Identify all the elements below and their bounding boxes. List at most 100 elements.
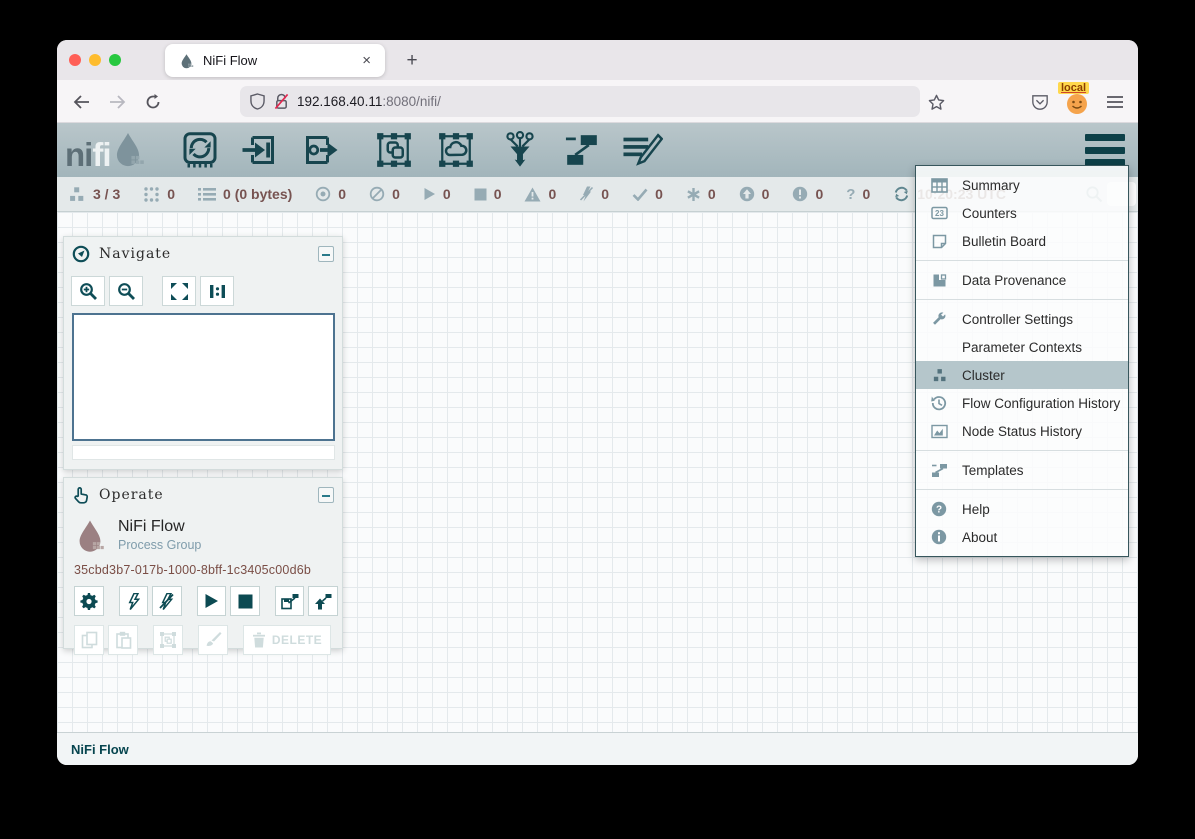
process-group-component-icon[interactable] xyxy=(373,129,415,171)
zoom-in-button[interactable] xyxy=(71,276,105,306)
operate-panel-header: Operate xyxy=(64,478,342,512)
stop-button[interactable] xyxy=(230,586,260,616)
process-group-drop-icon xyxy=(74,518,106,555)
close-window-button[interactable] xyxy=(69,54,81,66)
menu-separator xyxy=(916,489,1128,490)
bolt-slash-icon xyxy=(579,186,594,202)
invalid-status: 0 xyxy=(524,186,556,202)
menu-item-cluster[interactable]: Cluster xyxy=(916,361,1128,389)
menu-item-controller-settings[interactable]: Controller Settings xyxy=(916,305,1128,333)
forward-button[interactable] xyxy=(105,90,129,114)
menu-item-node-status-history[interactable]: Node Status History xyxy=(916,417,1128,445)
zoom-window-button[interactable] xyxy=(109,54,121,66)
url-bar[interactable]: 192.168.40.11:8080/nifi/ xyxy=(240,86,920,117)
menu-item-templates[interactable]: Templates xyxy=(916,456,1128,484)
locally-modified-status: 0 xyxy=(686,186,716,202)
back-button[interactable] xyxy=(69,90,93,114)
menu-item-summary[interactable]: Summary xyxy=(916,171,1128,199)
fill-color-button[interactable] xyxy=(198,625,228,655)
enable-button[interactable] xyxy=(119,586,149,616)
zoom-actual-size-button[interactable] xyxy=(200,276,234,306)
bookmark-star-icon[interactable] xyxy=(924,90,948,114)
tab-strip: NiFi Flow × + xyxy=(57,40,1138,80)
funnel-component-icon[interactable] xyxy=(499,129,541,171)
connected-nodes-status: 3 / 3 xyxy=(67,186,120,203)
insecure-lock-icon[interactable] xyxy=(274,93,289,110)
global-menu-button[interactable] xyxy=(1085,134,1125,166)
upload-template-button[interactable] xyxy=(308,586,338,616)
running-status: 0 xyxy=(423,186,451,202)
remote-process-group-component-icon[interactable] xyxy=(435,129,477,171)
exclamation-circle-icon xyxy=(792,186,808,202)
browser-tab[interactable]: NiFi Flow × xyxy=(165,44,385,77)
summary-table-icon xyxy=(929,178,949,193)
compass-icon xyxy=(72,245,90,263)
new-tab-button[interactable]: + xyxy=(399,48,425,74)
menu-item-about[interactable]: About xyxy=(916,523,1128,551)
logo-text-fi: fi xyxy=(92,140,110,170)
question-icon: ? xyxy=(846,186,855,203)
menu-item-parameter-contexts[interactable]: Parameter Contexts xyxy=(916,333,1128,361)
stopped-status: 0 xyxy=(474,186,502,202)
provenance-icon xyxy=(929,273,949,288)
queued-status: 0 (0 bytes) xyxy=(198,186,292,202)
pocket-icon[interactable] xyxy=(1028,90,1052,114)
info-icon xyxy=(929,529,949,545)
output-port-component-icon[interactable] xyxy=(299,129,341,171)
not-transmitting-status: 0 xyxy=(369,186,400,202)
configuration-button[interactable] xyxy=(74,586,104,616)
up-to-date-status: 0 xyxy=(632,186,663,202)
menu-item-flow-configuration-history[interactable]: Flow Configuration History xyxy=(916,389,1128,417)
zoom-fit-button[interactable] xyxy=(162,276,196,306)
tab-close-icon[interactable]: × xyxy=(358,52,375,69)
zoom-out-button[interactable] xyxy=(109,276,143,306)
reload-button[interactable] xyxy=(141,90,165,114)
birdseye-view[interactable] xyxy=(72,313,335,441)
copy-button[interactable] xyxy=(74,625,104,655)
shield-icon[interactable] xyxy=(250,93,265,110)
navigate-panel: Navigate xyxy=(63,236,343,470)
area-chart-icon xyxy=(929,424,949,439)
minimize-window-button[interactable] xyxy=(89,54,101,66)
delete-button[interactable]: DELETE xyxy=(243,625,331,655)
browser-menu-icon[interactable] xyxy=(1103,90,1127,114)
component-id: 35cbd3b7-017b-1000-8bff-1c3405c00d6b xyxy=(64,555,342,577)
svg-text:23: 23 xyxy=(935,209,944,218)
menu-item-bulletin-board[interactable]: Bulletin Board xyxy=(916,227,1128,255)
processor-component-icon[interactable] xyxy=(179,129,221,171)
sync-failure-status: ? 0 xyxy=(846,186,870,203)
input-port-component-icon[interactable] xyxy=(239,129,281,171)
navigate-panel-header: Navigate xyxy=(64,237,342,271)
birdseye-slider[interactable] xyxy=(72,445,335,460)
menu-item-counters[interactable]: 23 Counters xyxy=(916,199,1128,227)
operate-panel-title: Operate xyxy=(99,487,318,503)
templates-icon xyxy=(929,463,949,478)
menu-item-data-provenance[interactable]: Data Provenance xyxy=(916,266,1128,294)
active-threads-status: 0 xyxy=(143,186,175,203)
selected-component: NiFi Flow Process Group xyxy=(64,512,342,555)
start-button[interactable] xyxy=(197,586,227,616)
warning-triangle-icon xyxy=(524,187,541,202)
label-component-icon[interactable] xyxy=(621,129,663,171)
transmitting-icon xyxy=(315,186,331,202)
refresh-icon[interactable] xyxy=(893,186,910,202)
stop-icon xyxy=(474,188,487,201)
menu-separator xyxy=(916,260,1128,261)
tab-title: NiFi Flow xyxy=(203,53,358,68)
profile-avatar[interactable] xyxy=(1065,92,1089,116)
global-menu: Summary 23 Counters Bulletin Board Data … xyxy=(915,165,1129,557)
group-button[interactable] xyxy=(153,625,183,655)
menu-item-help[interactable]: ? Help xyxy=(916,495,1128,523)
collapse-operate-button[interactable] xyxy=(318,487,334,503)
bulletin-board-icon xyxy=(929,234,949,249)
counters-icon: 23 xyxy=(929,206,949,220)
history-icon xyxy=(929,395,949,411)
disabled-status: 0 xyxy=(579,186,609,202)
disable-button[interactable] xyxy=(152,586,182,616)
create-template-button[interactable] xyxy=(275,586,305,616)
template-component-icon[interactable] xyxy=(561,129,603,171)
paste-button[interactable] xyxy=(108,625,138,655)
breadcrumb[interactable]: NiFi Flow xyxy=(71,742,129,757)
collapse-navigate-button[interactable] xyxy=(318,246,334,262)
not-transmitting-icon xyxy=(369,186,385,202)
